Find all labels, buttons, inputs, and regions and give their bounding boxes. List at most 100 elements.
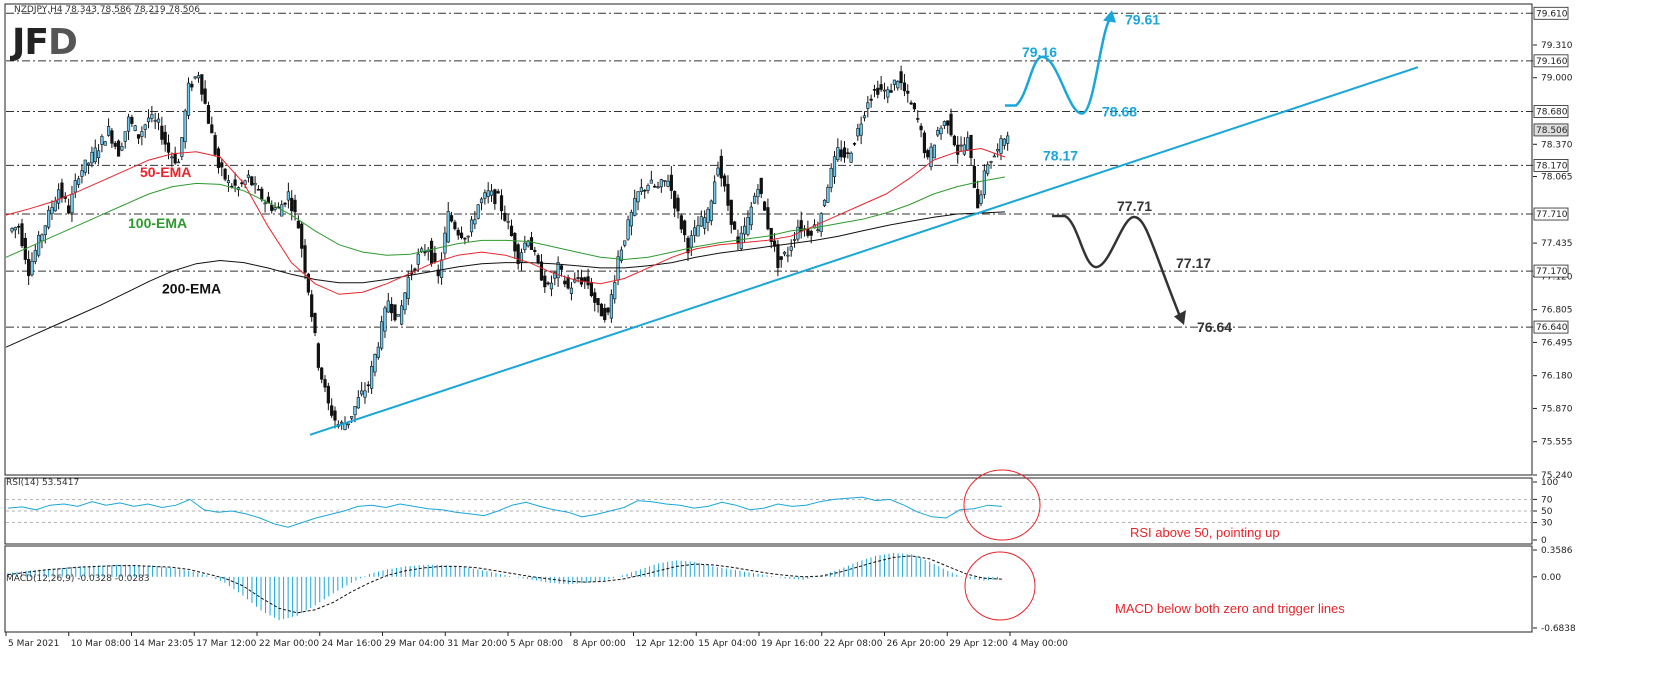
candle-body: [40, 234, 44, 242]
candle-body: [826, 187, 830, 203]
candle-body: [832, 156, 837, 177]
candle-body: [403, 292, 407, 311]
uptrend-line: [309, 66, 1419, 436]
candle-body: [756, 189, 760, 198]
time-axis-label: 12 Apr 12:00: [636, 639, 695, 649]
candle-body: [489, 190, 494, 196]
candle-body: [449, 215, 454, 222]
candle-body: [649, 179, 653, 184]
macd-axis-label: 0.00: [1541, 573, 1561, 583]
rsi-axis-label: 70: [1541, 495, 1553, 505]
candle-body: [466, 235, 470, 238]
candle-body: [183, 110, 187, 142]
candle-body: [979, 194, 983, 204]
candle-body: [506, 220, 510, 223]
bull-arrowhead: [1103, 10, 1116, 23]
candle-body: [586, 276, 590, 286]
time-axis-label: 5 Apr 08:00: [510, 639, 563, 649]
bull-label-79-61: 79.61: [1125, 11, 1160, 27]
macd-highlight-circle: [964, 551, 1036, 621]
candle-body: [653, 185, 657, 188]
candle-body: [986, 164, 990, 174]
candle-body: [842, 147, 847, 158]
candle-body: [120, 146, 124, 151]
candle-body: [493, 189, 497, 205]
candle-body: [50, 207, 54, 215]
candle-body: [473, 219, 477, 225]
candle-body: [929, 146, 933, 167]
candle-body: [703, 217, 707, 229]
candle-body: [866, 102, 870, 109]
candle-body: [789, 246, 793, 251]
candle-body: [240, 182, 244, 185]
candle-body: [549, 282, 554, 290]
candle-body: [116, 140, 121, 157]
candle-body: [656, 186, 660, 188]
candle-body: [999, 138, 1003, 154]
candle-body: [912, 103, 917, 110]
candle-body: [256, 189, 261, 191]
candle-body: [446, 211, 450, 243]
candle-body: [989, 161, 993, 163]
candle-body: [459, 232, 464, 239]
candle-body: [889, 90, 893, 93]
ema200-label: 200-EMA: [162, 280, 221, 296]
candle-body: [439, 259, 444, 279]
candle-body: [976, 189, 980, 209]
candle-body: [316, 343, 320, 368]
candle-body: [909, 102, 913, 105]
candle-body: [679, 215, 683, 230]
candle-body: [163, 131, 167, 145]
candle-body: [363, 390, 367, 398]
candle-body: [806, 228, 810, 236]
candle-body: [360, 390, 364, 395]
candle-body: [486, 190, 490, 197]
candle-body: [423, 251, 427, 254]
candle-body: [216, 148, 221, 168]
candle-body: [902, 82, 907, 92]
candle-body: [27, 259, 31, 277]
candle-body: [10, 228, 14, 232]
candle-body: [746, 216, 750, 235]
rsi-title: RSI(14) 53.5417: [6, 478, 80, 488]
candle-body: [313, 313, 317, 334]
candle-body: [33, 250, 37, 262]
candle-body: [57, 189, 61, 204]
price-axis-label: 75.555: [1541, 438, 1573, 448]
candle-body: [156, 118, 161, 123]
rsi-axis-label: 0: [1541, 536, 1547, 546]
candle-body: [686, 237, 690, 254]
candle-body: [906, 90, 910, 94]
candle-body: [220, 162, 224, 168]
candle-body: [966, 137, 970, 151]
candle-body: [153, 119, 157, 122]
candle-body: [749, 206, 753, 226]
candle-body: [296, 220, 300, 229]
level-price-label: 76.640: [1536, 323, 1568, 333]
candle-body: [786, 254, 790, 257]
candle-body: [226, 180, 231, 184]
candle-body: [932, 144, 937, 159]
rsi-axis-label: 100: [1541, 478, 1558, 488]
time-axis-label: 29 Mar 04:00: [385, 639, 445, 649]
candle-body: [370, 365, 374, 389]
candle-body: [333, 410, 337, 421]
candle-body: [829, 168, 833, 188]
candle-body: [103, 141, 107, 146]
candle-body: [726, 183, 730, 206]
candle-body: [499, 195, 504, 212]
candle-body: [176, 161, 181, 164]
candle-body: [30, 260, 34, 276]
candle-body: [166, 142, 171, 153]
candle-body: [846, 152, 850, 154]
candle-body: [699, 216, 703, 227]
candle-body: [742, 225, 747, 235]
candle-body: [456, 229, 460, 236]
candle-body: [479, 198, 484, 204]
candle-body: [739, 232, 743, 249]
time-axis-label: 8 Apr 00:00: [573, 639, 626, 649]
candle-body: [896, 80, 900, 89]
candle-body: [856, 128, 860, 137]
candle-body: [196, 75, 201, 79]
candle-body: [146, 117, 151, 123]
